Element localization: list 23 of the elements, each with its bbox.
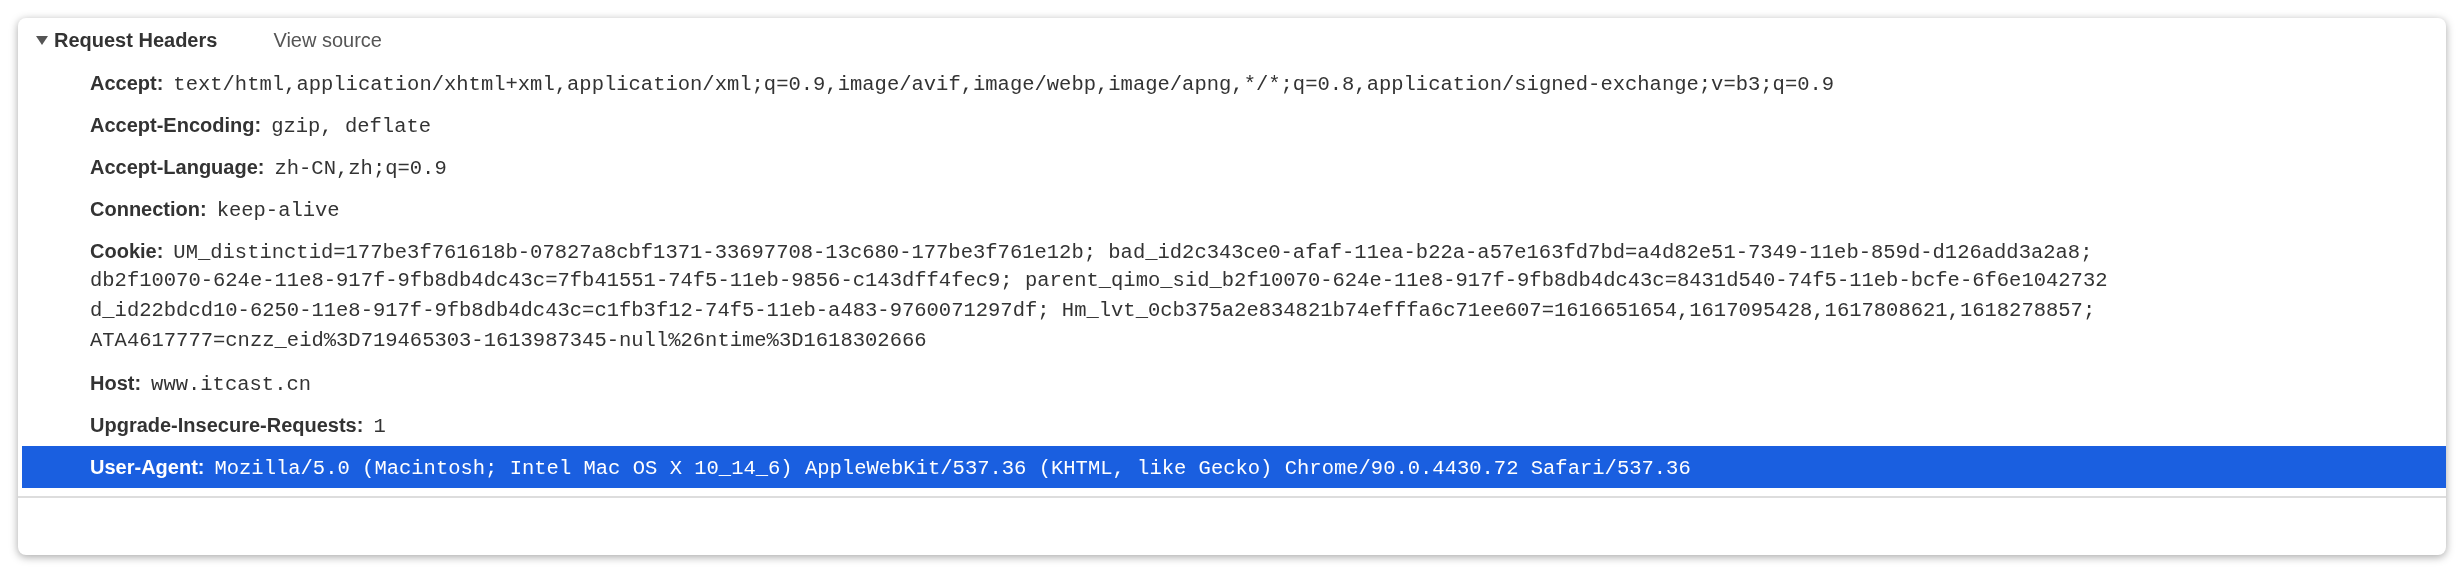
header-value: db2f10070-624e-11e8-917f-9fb8db4dc43c=7fb41551-74f5-11eb-9856-c143dff4fec9; parent_qimo_sid_b2f10070-624e-11e8-917f-9fb8db4dc43c=8431d540-74f5-11eb-bcfe-6f6e1042732 bbox=[90, 268, 2108, 294]
header-value: zh-CN,zh;q=0.9 bbox=[274, 156, 447, 182]
header-value: Mozilla/5.0 (Macintosh; Intel Mac OS X 10_14_6) AppleWebKit/537.36 (KHTML, like Gecko) Chrome/90.0.4430.72 Safari/537.36 bbox=[214, 456, 1691, 482]
view-source-link[interactable]: View source bbox=[273, 25, 382, 55]
header-value: UM_distinctid=177be3f761618b-07827a8cbf1371-33697708-13c680-177be3f761e12b; bad_id2c343ce0-afaf-11ea-b22a-a57e163fd7bd=a4d82e51-7349-11eb-859d-d126add3a2a8; bbox=[173, 240, 2093, 266]
header-value: 1 bbox=[373, 414, 386, 440]
caret-down-icon bbox=[36, 34, 48, 46]
header-value: ATA4617777=cnzz_eid%3D719465303-1613987345-null%26ntime%3D1618302666 bbox=[90, 328, 927, 354]
header-value: www.itcast.cn bbox=[151, 372, 312, 398]
header-name: Connection: bbox=[90, 197, 207, 222]
header-value: keep-alive bbox=[216, 198, 340, 224]
header-value: gzip, deflate bbox=[271, 114, 432, 140]
header-name: Host: bbox=[90, 371, 142, 396]
header-name: Upgrade-Insecure-Requests: bbox=[90, 413, 364, 438]
header-name: User-Agent: bbox=[90, 455, 205, 480]
header-name: Accept-Language: bbox=[90, 155, 265, 180]
header-name: Cookie: bbox=[90, 239, 164, 264]
header-value: text/html,application/xhtml+xml,application/xml;q=0.9,image/avif,image/webp,image/apng,*/*;q=0.8,application/signed-exchange;v=b3;q=0.9 bbox=[173, 72, 1835, 98]
header-row-selected[interactable]: User-Agent: Mozilla/5.0 (Macintosh; Intel Mac OS X 10_14_6) AppleWebKit/537.36 (KHTML, like Gecko) Chrome/90.0.4430.72 Safari/537.36 bbox=[22, 446, 2446, 488]
header-name: Accept: bbox=[90, 71, 164, 96]
header-value: d_id22bdcd10-6250-11e8-917f-9fb8db4dc43c=c1fb3f12-74f5-11eb-a483-9760071297df; Hm_lvt_0cb375a2e834821b74efffa6c71ee607=1616651654,1617095428,1617808621,1618278857; bbox=[90, 298, 2096, 324]
header-name: Accept-Encoding: bbox=[90, 113, 262, 138]
section-toggle[interactable]: Request Headers bbox=[36, 25, 218, 55]
